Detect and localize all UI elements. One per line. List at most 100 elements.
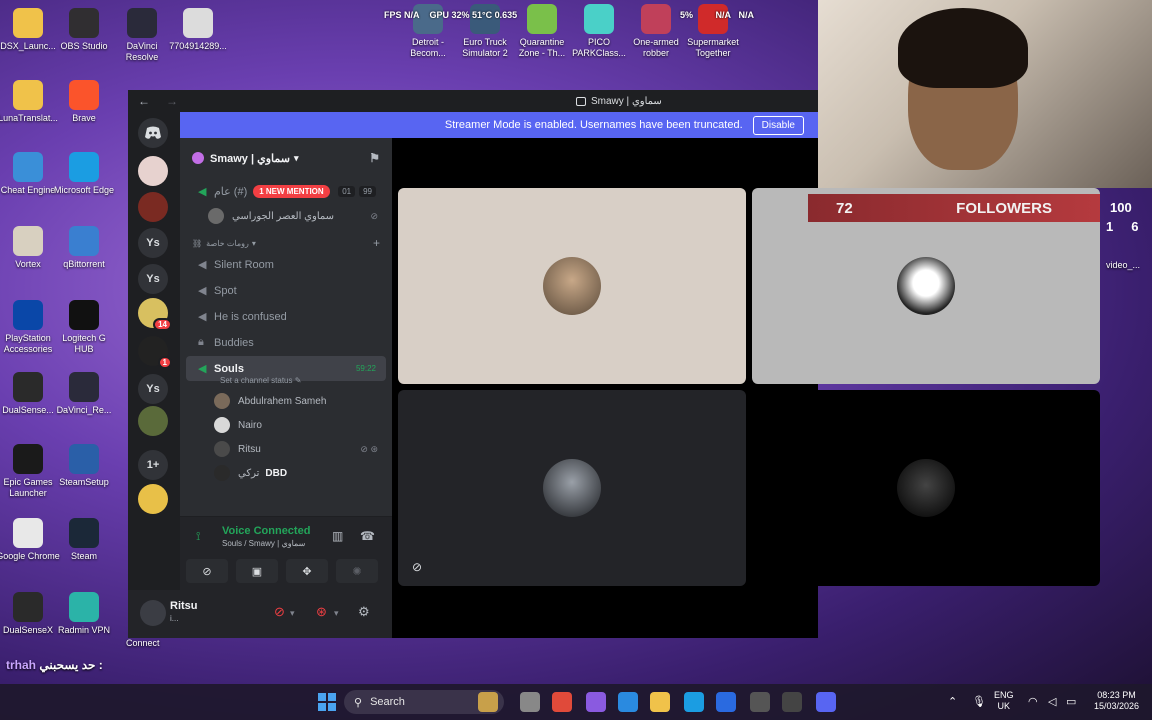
voice-member[interactable]: Abdulrahem Sameh xyxy=(180,389,392,413)
voice-member[interactable]: تركي DBD xyxy=(180,461,392,485)
desktop-icon[interactable]: DualSenseX xyxy=(0,592,60,636)
desktop-icon[interactable]: Epic Games Launcher xyxy=(0,444,60,499)
desktop-icon[interactable]: Steam xyxy=(52,518,116,562)
channel-item[interactable]: ◀ He is confused xyxy=(186,304,386,329)
windows-start-icon[interactable] xyxy=(318,693,336,711)
server-icon[interactable] xyxy=(138,192,168,222)
participant-tile[interactable] xyxy=(398,188,746,384)
deafen-icon[interactable]: ⊛ xyxy=(316,604,327,620)
settings-gear-icon[interactable]: ⚙ xyxy=(358,604,370,620)
avatar xyxy=(897,257,955,315)
desktop-icon[interactable]: PlayStation Accessories xyxy=(0,300,60,355)
desktop-icon[interactable]: SteamSetup xyxy=(52,444,116,488)
desktop-icon[interactable]: Microsoft Edge xyxy=(52,152,116,196)
user-name[interactable]: Ritsu xyxy=(170,600,198,612)
vscode-icon[interactable] xyxy=(618,692,638,712)
server-icon[interactable] xyxy=(138,406,168,436)
desktop-icon[interactable]: OBS Studio xyxy=(52,8,116,52)
copilot-icon[interactable] xyxy=(586,692,606,712)
server-icon[interactable]: Ys xyxy=(138,228,168,258)
desktop-icon[interactable]: qBittorrent xyxy=(52,226,116,270)
voice-connected-label[interactable]: Voice Connected xyxy=(222,525,310,537)
chevron-down-icon[interactable]: ▾ xyxy=(334,608,339,619)
calculator-icon[interactable] xyxy=(750,692,770,712)
microphone-icon[interactable]: 🎙 xyxy=(972,695,986,708)
clock[interactable]: 08:23 PM 15/03/2026 xyxy=(1094,690,1139,712)
user-limit: 99 xyxy=(359,185,376,197)
back-arrow-icon[interactable]: ← xyxy=(138,94,156,108)
volume-icon[interactable]: ◁ xyxy=(1048,695,1056,708)
chrome-icon[interactable] xyxy=(552,692,572,712)
title-bar: ← → Smawy | سماوي xyxy=(128,90,818,112)
desktop-icon[interactable]: DualSense... xyxy=(0,372,60,416)
edge-icon[interactable] xyxy=(684,692,704,712)
participant-tile[interactable]: ⊘ xyxy=(398,390,746,586)
category-header[interactable]: ⛓ رومات خاصة ▾ + xyxy=(192,236,380,250)
desktop-icon[interactable]: Vortex xyxy=(0,226,60,270)
desktop-icon[interactable]: 7704914289... xyxy=(166,8,230,52)
voice-member[interactable]: Nairo xyxy=(180,413,392,437)
desktop-icon[interactable]: LunaTranslat... xyxy=(0,80,60,124)
desktop-icon[interactable]: Google Chrome xyxy=(0,518,60,562)
desktop-icon-label: qBittorrent xyxy=(63,259,105,269)
channel-item[interactable]: ◀ Silent Room xyxy=(186,252,386,277)
disable-streamer-mode-button[interactable]: Disable xyxy=(752,115,804,135)
server-icon[interactable]: Ys xyxy=(138,374,168,404)
server-icon[interactable]: 14 xyxy=(138,298,172,331)
desktop-icon[interactable]: Radmin VPN xyxy=(52,592,116,636)
channel-status[interactable]: Set a channel status ✎ xyxy=(220,376,392,385)
window-icon[interactable] xyxy=(520,692,540,712)
mention-badge[interactable]: 1 NEW MENTION xyxy=(253,184,330,198)
obs-icon[interactable] xyxy=(782,692,802,712)
wifi-icon[interactable]: ◠ xyxy=(1028,695,1038,708)
voice-member[interactable]: Ritsu ⊘ ⊛ xyxy=(180,437,392,461)
server-icon[interactable] xyxy=(138,484,168,514)
outlook-icon[interactable] xyxy=(716,692,736,712)
discord-home-icon[interactable] xyxy=(138,118,168,148)
channel-item[interactable]: ◀ Spot xyxy=(186,278,386,303)
game-shortcut[interactable]: Quarantine Zone - Th... xyxy=(510,4,574,59)
member-name: Ritsu xyxy=(238,443,261,455)
server-icon[interactable]: Ys xyxy=(138,264,168,294)
desktop-icon[interactable]: Brave xyxy=(52,80,116,124)
game-icon xyxy=(641,4,671,34)
server-icon[interactable]: 1+ xyxy=(138,450,168,480)
desktop-icon[interactable]: Logitech G HUB xyxy=(52,300,116,355)
server-icon[interactable]: 1 xyxy=(138,336,172,369)
discord-icon[interactable] xyxy=(816,692,836,712)
battery-icon[interactable]: ▭ xyxy=(1066,695,1076,708)
desktop-icon[interactable]: Cheat Engine xyxy=(0,152,60,196)
game-shortcut[interactable]: PICO PARKClass... xyxy=(567,4,631,59)
activities-button[interactable]: ✥ xyxy=(286,559,328,583)
desktop-icon[interactable]: DaVinci Resolve xyxy=(110,8,174,63)
camera-off-button[interactable]: ⊘ xyxy=(186,559,228,583)
mic-muted-icon[interactable]: ⊘ xyxy=(274,604,285,620)
folder-icon[interactable] xyxy=(650,692,670,712)
desktop-icon-label: Steam xyxy=(70,551,97,561)
game-shortcut[interactable]: One-armed robber xyxy=(624,4,688,59)
share-screen-button[interactable]: ▣ xyxy=(236,559,278,583)
add-channel-icon[interactable]: + xyxy=(373,236,380,250)
channel-name: He is confused xyxy=(214,310,287,323)
desktop-icon[interactable]: DaVinci_Re... xyxy=(52,372,116,416)
soundboard-button[interactable]: ✺ xyxy=(336,559,378,583)
guild-header[interactable]: Smawy | سماوي ▾ ⚑ xyxy=(180,138,392,178)
language-indicator[interactable]: ENG UK xyxy=(994,690,1014,712)
avatar[interactable] xyxy=(140,600,166,626)
disconnect-icon[interactable]: ☎ xyxy=(360,529,375,543)
voice-channel-path[interactable]: Souls / Smawy | سماوي xyxy=(222,539,305,548)
chevron-down-icon[interactable]: ▾ xyxy=(290,608,295,619)
server-badge: 1 xyxy=(157,356,172,369)
server-icon[interactable] xyxy=(138,156,168,186)
noise-suppression-icon[interactable]: ▥ xyxy=(332,529,343,543)
general-member[interactable]: سماوي العصر الجوراسي ⊘ xyxy=(180,204,392,228)
channel-general[interactable]: ◀ عام (#) 1 NEW MENTION 01 99 xyxy=(186,179,386,203)
file-explorer-icon[interactable] xyxy=(478,692,498,712)
forward-arrow-icon[interactable]: → xyxy=(166,94,184,108)
channel-item[interactable]: 🔒︎ Buddies xyxy=(186,330,386,355)
add-friend-icon[interactable]: ⚑ xyxy=(369,151,380,165)
chevron-up-icon[interactable]: ⌃ xyxy=(948,695,957,708)
signal-icon[interactable]: ⟟ xyxy=(196,529,200,544)
participant-tile[interactable] xyxy=(752,390,1100,586)
desktop-icon[interactable]: DSX_Launc... xyxy=(0,8,60,52)
